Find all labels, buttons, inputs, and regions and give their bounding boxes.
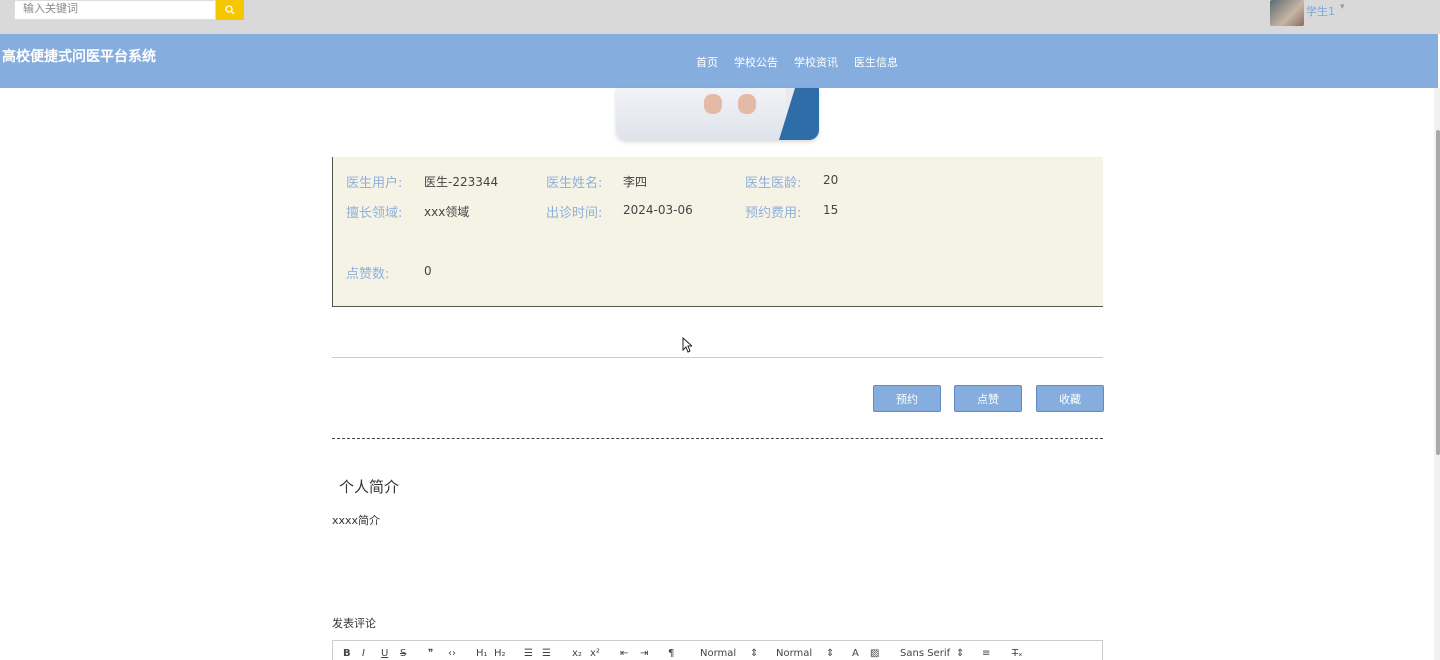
clear-format-icon[interactable]: T̶ₓ (1012, 648, 1023, 659)
italic-icon[interactable]: I (362, 648, 365, 659)
underline-icon[interactable]: U (381, 648, 388, 659)
header2-icon[interactable]: H₂ (494, 648, 506, 659)
search-icon (225, 5, 235, 15)
header1-icon[interactable]: H₁ (476, 648, 488, 659)
doctor-fee-value: 15 (823, 203, 839, 217)
nav-menu: 首页 学校公告 学校资讯 医生信息 (696, 54, 898, 70)
site-title: 高校便捷式问医平台系统 (2, 49, 156, 65)
doctor-field-value: xxx领域 (424, 205, 470, 219)
top-bar: 输入关键词 学生1 ▾ (0, 0, 1440, 34)
doctor-age-value: 20 (823, 173, 839, 187)
intro-text: xxxx简介 (332, 514, 381, 527)
doctor-user-value: 医生-223344 (424, 175, 499, 189)
like-button[interactable]: 点赞 (954, 385, 1022, 412)
comment-label: 发表评论 (332, 617, 376, 630)
indent-icon[interactable]: ⇥ (640, 648, 648, 659)
font-color-icon[interactable]: A (852, 648, 859, 659)
book-button[interactable]: 预约 (873, 385, 941, 412)
background-color-icon[interactable]: ▨ (870, 648, 879, 659)
size-select-arrow-icon[interactable]: ⇕ (750, 648, 758, 659)
doctor-info-panel: 医生用户: 医生-223344 医生姓名: 李四 医生医龄: 20 擅长领域: … (332, 157, 1103, 307)
intro-title: 个人简介 (339, 478, 400, 496)
mouse-cursor-icon (682, 337, 692, 353)
font-select[interactable]: Sans Serif (900, 648, 950, 659)
header-select[interactable]: Normal (776, 648, 812, 659)
doctor-name-value: 李四 (623, 175, 648, 189)
bold-icon[interactable]: B (343, 648, 351, 659)
doctor-fee-label: 预约费用: (745, 206, 802, 221)
dashed-divider (332, 438, 1103, 439)
subscript-icon[interactable]: x₂ (572, 648, 582, 659)
nav-item-doctor-info[interactable]: 医生信息 (854, 54, 898, 70)
doctor-time-label: 出诊时间: (546, 206, 603, 221)
align-icon[interactable]: ≡ (982, 648, 990, 659)
navbar: 高校便捷式问医平台系统 首页 学校公告 学校资讯 医生信息 (0, 34, 1438, 88)
scrollbar-thumb[interactable] (1436, 130, 1440, 455)
doctor-photo (616, 88, 819, 140)
code-icon[interactable]: ‹› (448, 648, 456, 659)
doctor-age-label: 医生医龄: (745, 176, 802, 191)
bullet-list-icon[interactable]: ☰ (542, 648, 551, 659)
doctor-time-value: 2024-03-06 (623, 203, 693, 217)
outdent-icon[interactable]: ⇤ (620, 648, 628, 659)
chevron-down-icon[interactable]: ▾ (1340, 2, 1345, 12)
doctor-name-label: 医生姓名: (546, 176, 603, 191)
size-select[interactable]: Normal (700, 648, 736, 659)
username-link[interactable]: 学生1 (1306, 3, 1335, 19)
quote-icon[interactable]: ❞ (428, 648, 433, 659)
avatar[interactable] (1270, 0, 1304, 26)
divider (332, 357, 1103, 358)
nav-item-school-notice[interactable]: 学校公告 (734, 54, 778, 70)
likes-label: 点赞数: (346, 267, 390, 282)
nav-item-school-news[interactable]: 学校资讯 (794, 54, 838, 70)
nav-item-home[interactable]: 首页 (696, 54, 718, 70)
search-input[interactable]: 输入关键词 (14, 0, 216, 20)
favorite-button[interactable]: 收藏 (1036, 385, 1104, 412)
search-button[interactable] (216, 0, 244, 20)
text-direction-icon[interactable]: ¶ (668, 648, 674, 659)
doctor-field-label: 擅长领域: (346, 206, 403, 221)
likes-value: 0 (424, 264, 432, 278)
superscript-icon[interactable]: x² (590, 648, 600, 659)
doctor-user-label: 医生用户: (346, 176, 403, 191)
header-select-arrow-icon[interactable]: ⇕ (826, 648, 834, 659)
strike-icon[interactable]: S (400, 648, 406, 659)
font-select-arrow-icon[interactable]: ⇕ (956, 648, 964, 659)
ordered-list-icon[interactable]: ☰ (524, 648, 533, 659)
